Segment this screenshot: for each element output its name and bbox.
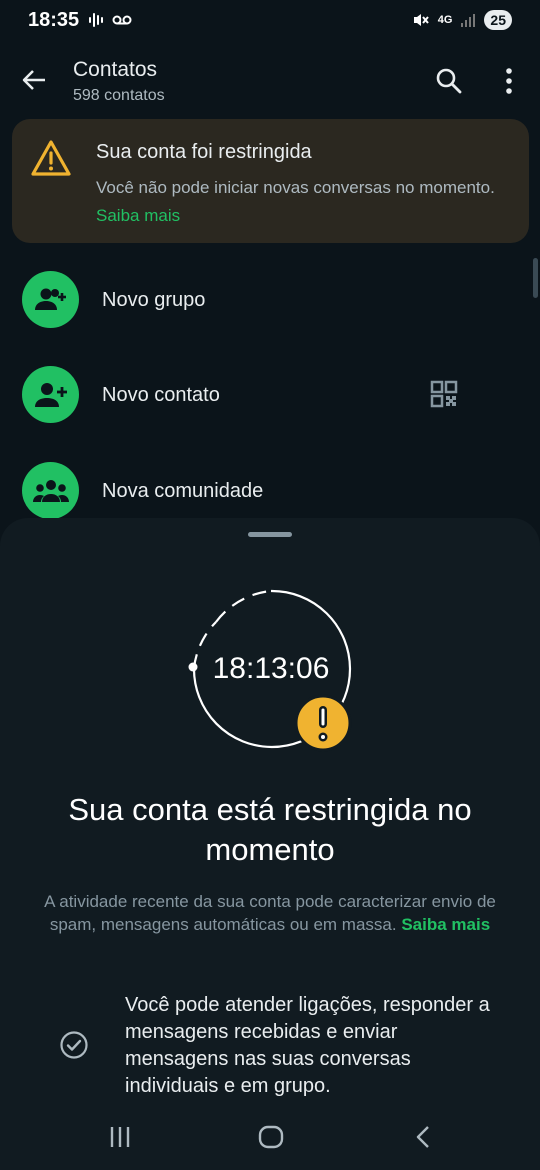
check-circle-icon <box>60 1031 88 1059</box>
group-add-icon <box>34 288 66 310</box>
banner-text: Você não pode iniciar novas conversas no… <box>96 174 506 230</box>
back-button[interactable] <box>18 64 50 96</box>
new-community-label: Nova comunidade <box>102 480 264 502</box>
new-contact-avatar <box>22 366 79 423</box>
voice-wave-icon <box>89 13 103 27</box>
mute-icon <box>413 14 429 26</box>
new-community-avatar <box>22 462 79 519</box>
recent-apps-button[interactable] <box>105 1122 135 1152</box>
status-left-icons <box>88 12 132 28</box>
search-icon <box>436 68 462 94</box>
banner-message: Você não pode iniciar novas conversas no… <box>96 178 495 197</box>
home-icon <box>258 1125 284 1149</box>
new-group-row[interactable]: Novo grupo <box>0 260 540 340</box>
contact-count: 598 contatos <box>73 87 165 104</box>
chevron-left-icon <box>416 1126 429 1148</box>
banner-learn-more-link[interactable]: Saiba mais <box>96 206 180 225</box>
sheet-learn-more-link[interactable]: Saiba mais <box>401 915 490 934</box>
more-vert-icon <box>506 68 512 94</box>
new-group-avatar <box>22 271 79 328</box>
restriction-banner: Sua conta foi restringida Você não pode … <box>12 119 529 243</box>
restriction-bottom-sheet: 18:13:06 Sua conta está restringida no m… <box>0 518 540 1102</box>
timer-value: 18:13:06 <box>212 652 330 685</box>
banner-title: Sua conta foi restringida <box>96 141 312 163</box>
status-right-icons: 4G 25 <box>412 10 512 30</box>
nav-back-button[interactable] <box>408 1122 438 1152</box>
countdown-timer: 18:13:06 <box>176 584 366 774</box>
sheet-drag-handle[interactable] <box>248 532 292 537</box>
more-options-button[interactable] <box>494 64 524 98</box>
search-button[interactable] <box>432 64 466 98</box>
person-add-icon <box>34 382 67 407</box>
warning-icon <box>31 140 71 176</box>
new-contact-label: Novo contato <box>102 384 220 406</box>
recent-apps-icon <box>110 1127 130 1147</box>
battery-indicator: 25 <box>484 10 512 30</box>
qr-code-button[interactable] <box>430 380 462 412</box>
home-button[interactable] <box>256 1122 286 1152</box>
status-time: 18:35 <box>28 9 80 31</box>
allowed-actions-text: Você pode atender ligações, responder a … <box>125 994 490 1097</box>
status-bar: 18:35 4G 25 <box>0 0 540 44</box>
arrow-back-icon <box>22 70 45 90</box>
system-nav-bar <box>0 1102 540 1170</box>
voicemail-icon <box>112 15 132 25</box>
network-type: 4G <box>437 14 453 26</box>
community-icon <box>32 479 69 502</box>
new-contact-row[interactable]: Novo contato <box>0 356 540 436</box>
page-title: Contatos <box>73 58 158 81</box>
qr-code-icon <box>430 380 458 408</box>
new-group-label: Novo grupo <box>102 289 206 311</box>
sheet-title: Sua conta está restringida no momento <box>68 792 472 867</box>
app-bar: Contatos 598 contatos <box>0 44 540 116</box>
signal-icon <box>461 14 476 27</box>
sheet-description: A atividade recente da sua conta pode ca… <box>30 890 510 936</box>
